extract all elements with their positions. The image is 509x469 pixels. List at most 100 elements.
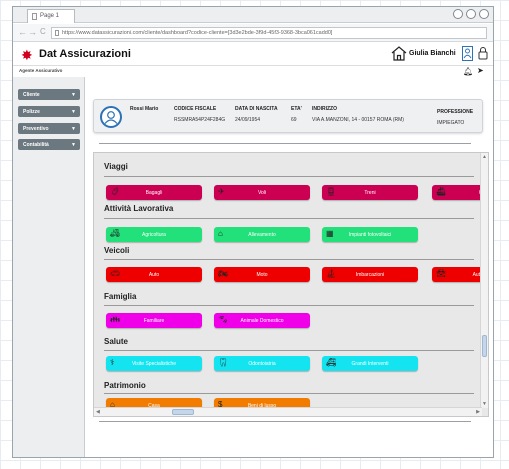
button-voli[interactable]: ✈ Voli (214, 185, 310, 200)
insurance-categories-panel[interactable]: Viaggi 🧳︎ Bagagli ✈ Voli 🚆︎ Treni 🚢︎ Cr … (93, 152, 489, 417)
scroll-left-arrow-icon[interactable]: ◀ (96, 409, 100, 415)
button-label: Familiare (143, 318, 165, 324)
button-visite-specialistiche[interactable]: ⚕ Visite Specialistiche (106, 356, 202, 371)
train-icon: 🚆︎ (326, 187, 337, 196)
button-impianti-fotovoltaici[interactable]: ▦ Impianti fotovoltaici (322, 227, 418, 242)
sidebar-item-label: Preventivo (23, 126, 49, 132)
horizontal-scroll-thumb[interactable] (172, 409, 194, 415)
back-arrow-icon[interactable]: ← (18, 27, 27, 37)
section-title-salute: Salute (104, 337, 129, 346)
divider (99, 143, 471, 144)
button-bagagli[interactable]: 🧳︎ Bagagli (106, 185, 202, 200)
button-agricoltura[interactable]: 🚜︎ Agricoltura (106, 227, 202, 242)
sidebar-item-preventivo[interactable]: Preventivo ▼ (18, 123, 80, 134)
tab-title: Page 1 (40, 13, 60, 19)
vintage-car-icon: 🚘︎ (436, 269, 447, 278)
sidebar: Cliente ▼ Polizze ▼ Preventivo ▼ Contabi… (13, 77, 85, 457)
customer-profile-card: Rossi Mario CODICE FISCALE RSSMRA54P24F2… (93, 99, 483, 133)
sidebar-item-cliente[interactable]: Cliente ▼ (18, 89, 80, 100)
sidebar-item-contabilita[interactable]: Contabilità ▼ (18, 139, 80, 150)
chevron-down-icon: ▼ (71, 142, 76, 148)
age-value: 69 (291, 117, 297, 123)
user-name[interactable]: Giulia Bianchi (409, 50, 456, 57)
address-value: VIA A.MANZONI, 14 - 00157 ROMA (RM) (312, 117, 404, 123)
page-icon (32, 13, 37, 20)
section-divider (104, 259, 474, 260)
ambulance-icon: 🚑︎ (326, 358, 337, 367)
cruise-ship-icon: 🚢︎ (436, 187, 447, 196)
sidebar-item-polizze[interactable]: Polizze ▼ (18, 106, 80, 117)
profession-header: PROFESSIONE (437, 109, 474, 115)
barn-icon: ⌂ (218, 229, 223, 238)
button-treni[interactable]: 🚆︎ Treni (322, 185, 418, 200)
button-label: Moto (256, 272, 268, 278)
reload-icon[interactable]: C (40, 27, 46, 37)
customer-name: Rossi Mario (130, 106, 159, 112)
suitcase-icon: 🧳︎ (110, 187, 121, 196)
horizontal-scrollbar[interactable]: ◀ ▶ (94, 407, 482, 416)
section-title-attivita-lavorativa: Attività Lavorativa (104, 204, 174, 213)
airplane-icon: ✈ (218, 187, 225, 196)
button-label: Treni (364, 190, 376, 196)
scroll-right-arrow-icon[interactable]: ▶ (476, 409, 480, 415)
send-icon[interactable]: ➤ (477, 66, 484, 75)
close-button[interactable] (479, 9, 489, 19)
app-header: ✸ Dat Assicurazioni Giulia Bianchi (13, 43, 493, 66)
car-icon: 🚗︎ (110, 269, 121, 278)
section-divider (104, 305, 474, 306)
sidebar-item-label: Contabilità (23, 142, 49, 148)
user-avatar-icon[interactable] (462, 46, 473, 61)
button-label: Bagagli (145, 190, 163, 196)
button-animale-domestico[interactable]: 🐾︎ Animale Domestico (214, 313, 310, 328)
age-header: ETA' (291, 106, 302, 112)
section-title-famiglia: Famiglia (104, 292, 137, 301)
button-grandi-interventi[interactable]: 🚑︎ Grandi Interventi (322, 356, 418, 371)
sidebar-item-label: Polizze (23, 109, 40, 115)
app-title: Dat Assicurazioni (39, 48, 131, 60)
button-odontoiatria[interactable]: 🦷︎ Odontoiatria (214, 356, 310, 371)
chevron-down-icon: ▼ (71, 92, 76, 98)
lock-icon[interactable] (478, 46, 488, 60)
main-content: Rossi Mario CODICE FISCALE RSSMRA54P24F2… (85, 77, 493, 457)
button-label: Animale Domestico (240, 318, 284, 324)
birth-date-header: DATA DI NASCITA (235, 106, 278, 112)
chevron-down-icon: ▼ (71, 109, 76, 115)
fiscal-code-header: CODICE FISCALE (174, 106, 217, 112)
vertical-scrollbar[interactable]: ▲ ▼ (480, 153, 488, 408)
button-moto[interactable]: 🏍︎ Moto (214, 267, 310, 282)
home-icon[interactable] (391, 46, 407, 61)
family-icon: 👪︎ (110, 315, 121, 324)
section-divider (104, 393, 474, 394)
forward-arrow-icon[interactable]: → (28, 27, 37, 37)
agent-label: Agente Assicurativo (19, 68, 63, 73)
button-label: Agricoltura (142, 232, 166, 238)
birth-date-value: 24/09/1954 (235, 117, 261, 123)
scroll-up-arrow-icon[interactable]: ▲ (482, 154, 487, 160)
chevron-down-icon: ▼ (71, 126, 76, 132)
button-label: Grandi Interventi (351, 361, 389, 367)
button-label: Imbarcazioni (355, 272, 385, 278)
vertical-scroll-thumb[interactable] (482, 335, 487, 357)
stethoscope-icon: ⚕ (110, 358, 115, 367)
maximize-button[interactable] (466, 9, 476, 19)
browser-titlebar: Page 1 (13, 7, 493, 23)
scroll-down-arrow-icon[interactable]: ▼ (482, 401, 487, 407)
customer-avatar-icon (100, 106, 122, 128)
minimize-button[interactable] (453, 9, 463, 19)
url-input[interactable]: https://www.datassicurazioni.com/cliente… (51, 27, 487, 39)
motorcycle-icon: 🏍︎ (218, 269, 229, 278)
button-allevamento[interactable]: ⌂ Allevamento (214, 227, 310, 242)
button-auto[interactable]: 🚗︎ Auto (106, 267, 202, 282)
solar-panel-icon: ▦ (326, 229, 334, 238)
paw-icon: 🐾︎ (218, 315, 229, 324)
document-icon (55, 30, 59, 36)
button-label: Odontoiatria (248, 361, 276, 367)
button-familiare[interactable]: 👪︎ Familiare (106, 313, 202, 328)
sidebar-item-label: Cliente (23, 92, 40, 98)
bell-icon[interactable]: 🔔︎ (463, 67, 473, 76)
button-imbarcazioni[interactable]: ⛵︎ Imbarcazioni (322, 267, 418, 282)
section-divider (104, 350, 474, 351)
browser-tab[interactable]: Page 1 (27, 9, 75, 23)
button-label: Allevamento (248, 232, 276, 238)
section-title-veicoli: Veicoli (104, 246, 130, 255)
